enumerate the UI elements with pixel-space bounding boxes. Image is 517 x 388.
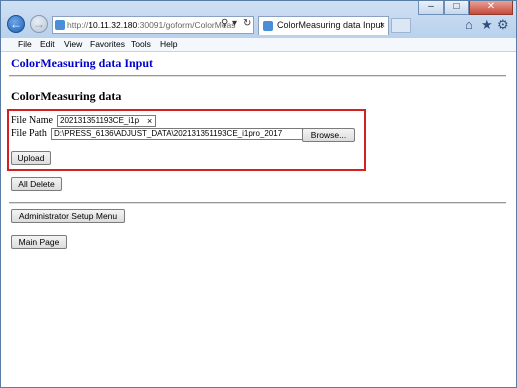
page-content: ColorMeasuring data Input ColorMeasuring… xyxy=(1,52,516,387)
menu-favorites[interactable]: Favorites xyxy=(90,38,125,51)
tab-close-icon[interactable]: × xyxy=(380,17,385,34)
main-page-button[interactable]: Main Page xyxy=(11,235,67,249)
page-favicon-icon xyxy=(55,20,65,30)
file-name-label: File Name xyxy=(11,115,53,126)
back-arrow-icon[interactable]: ← xyxy=(7,15,25,33)
tab-title: ColorMeasuring data Input xyxy=(277,20,384,30)
home-icon[interactable]: ⌂ xyxy=(465,17,473,32)
section-title: ColorMeasuring data xyxy=(11,89,122,103)
file-name-value: 202131351193CE_i1p xyxy=(60,116,140,125)
minimize-button[interactable]: – xyxy=(418,1,444,15)
close-window-button[interactable]: ✕ xyxy=(469,1,513,15)
menu-view[interactable]: View xyxy=(64,38,82,51)
dropdown-arrow-icon[interactable]: ▾ xyxy=(232,18,237,29)
file-path-field[interactable]: D:\PRESS_6136\ADJUST_DATA\202131351193CE… xyxy=(51,128,303,140)
menu-help[interactable]: Help xyxy=(160,38,177,51)
maximize-button[interactable]: □ xyxy=(444,1,469,15)
clear-icon[interactable]: × xyxy=(147,115,152,127)
refresh-icon[interactable]: ↻ xyxy=(243,18,251,29)
file-path-value: D:\PRESS_6136\ADJUST_DATA\202131351193CE… xyxy=(54,129,283,138)
star-icon[interactable]: ★ xyxy=(481,17,493,33)
browser-window: – □ ✕ ← → http://10.11.32.180:30091/gofo… xyxy=(0,0,517,388)
browser-chrome: – □ ✕ ← → http://10.11.32.180:30091/gofo… xyxy=(1,1,516,39)
menu-file[interactable]: File xyxy=(18,38,32,51)
address-prefix: http:// xyxy=(67,20,89,30)
search-icon[interactable]: ⚲ xyxy=(221,18,228,29)
menu-bar: File Edit View Favorites Tools Help xyxy=(1,38,516,52)
gear-icon[interactable]: ⚙ xyxy=(497,17,509,33)
divider xyxy=(9,202,506,204)
file-path-label: File Path xyxy=(11,128,47,139)
browser-tab[interactable]: ColorMeasuring data Input × xyxy=(258,16,389,35)
upload-button[interactable]: Upload xyxy=(11,151,51,165)
page-title: ColorMeasuring data Input xyxy=(11,56,154,70)
tab-favicon-icon xyxy=(263,21,273,31)
all-delete-button[interactable]: All Delete xyxy=(11,177,62,191)
forward-arrow-icon[interactable]: → xyxy=(30,15,48,33)
administrator-setup-menu-button[interactable]: Administrator Setup Menu xyxy=(11,209,125,223)
file-name-field[interactable]: 202131351193CE_i1p xyxy=(57,115,156,127)
menu-edit[interactable]: Edit xyxy=(40,38,55,51)
address-host: 10.11.32.180 xyxy=(88,20,138,30)
new-tab-button[interactable] xyxy=(391,18,411,33)
divider xyxy=(9,75,506,77)
browse-button[interactable]: Browse... xyxy=(302,128,355,142)
menu-tools[interactable]: Tools xyxy=(131,38,151,51)
